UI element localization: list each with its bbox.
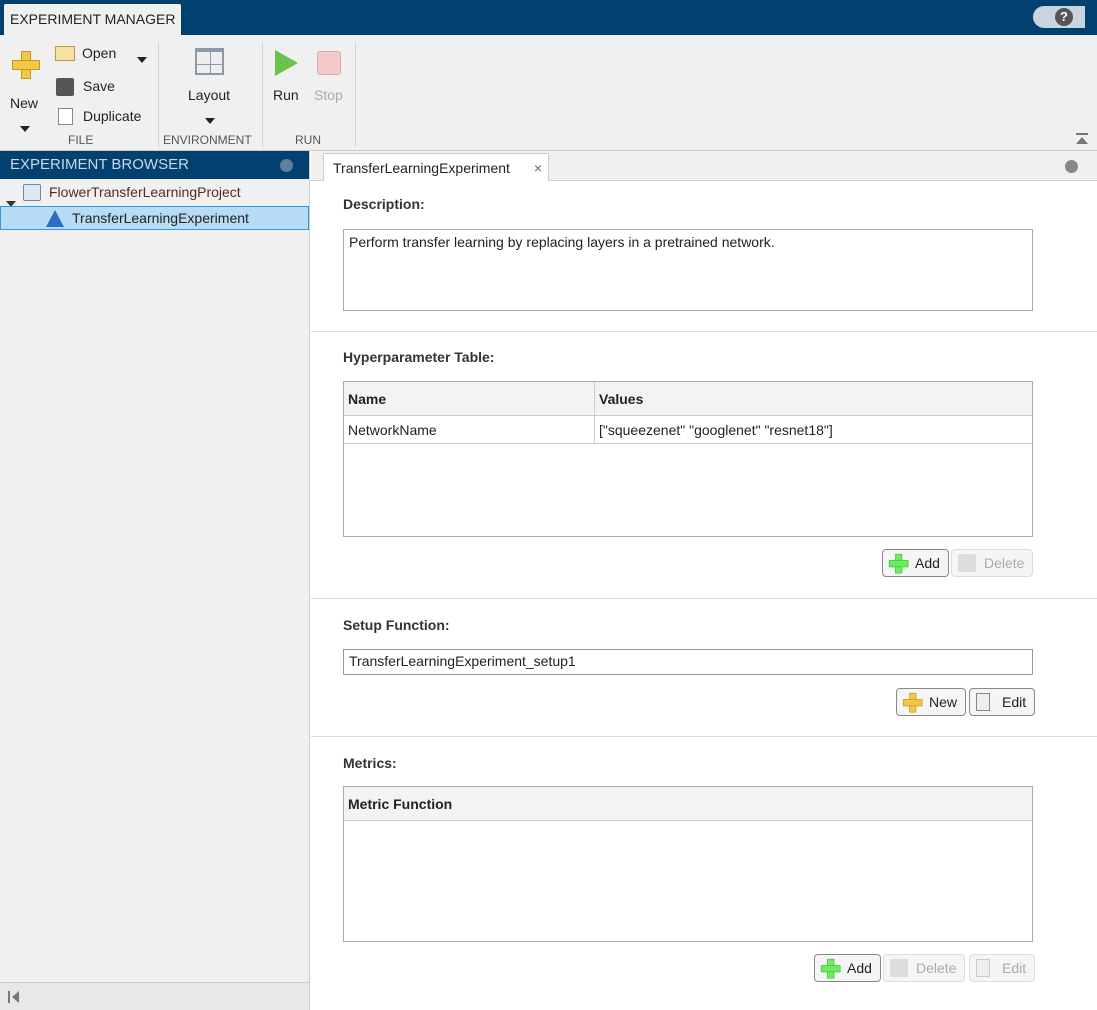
hyperparameter-label: Hyperparameter Table: bbox=[343, 349, 495, 365]
document-tabbar: TransferLearningExperiment × bbox=[311, 151, 1097, 181]
section-environment: ENVIRONMENT bbox=[163, 133, 252, 147]
plus-icon bbox=[888, 553, 909, 574]
document-menu-icon[interactable] bbox=[1065, 160, 1078, 173]
new-label: New bbox=[10, 95, 39, 111]
edit-label: Edit bbox=[1002, 960, 1027, 976]
chevron-down-icon bbox=[20, 119, 30, 135]
tab-experiment-manager[interactable]: EXPERIMENT MANAGER bbox=[4, 4, 182, 35]
tree-item-project[interactable]: FlowerTransferLearningProject bbox=[0, 180, 309, 207]
plus-icon bbox=[902, 692, 923, 713]
help-icon: ? bbox=[1055, 8, 1073, 26]
divider bbox=[311, 331, 1097, 332]
layout-label: Layout bbox=[188, 87, 231, 103]
new-label: New bbox=[929, 694, 958, 710]
hyperparameter-table: Name Values NetworkName ["squeezenet" "g… bbox=[343, 381, 1033, 537]
save-label: Save bbox=[83, 78, 115, 94]
stop-label: Stop bbox=[314, 87, 343, 103]
close-icon[interactable]: × bbox=[534, 154, 542, 182]
plus-icon bbox=[820, 958, 841, 979]
chevron-down-icon[interactable] bbox=[137, 50, 147, 66]
experiment-browser: EXPERIMENT BROWSER FlowerTransferLearnin… bbox=[0, 151, 310, 1010]
title-bar: EXPERIMENT MANAGER ? bbox=[0, 0, 1097, 35]
divider bbox=[311, 598, 1097, 599]
stop-button[interactable]: Stop bbox=[313, 47, 347, 109]
divider bbox=[262, 43, 263, 147]
duplicate-icon bbox=[58, 108, 73, 125]
edit-icon bbox=[976, 693, 990, 711]
section-file: FILE bbox=[68, 133, 94, 147]
open-label: Open bbox=[82, 45, 117, 61]
stop-icon bbox=[317, 51, 341, 75]
project-icon bbox=[23, 184, 41, 201]
duplicate-label: Duplicate bbox=[83, 108, 142, 124]
add-metric-button[interactable]: Add bbox=[814, 954, 881, 982]
add-hyperparameter-button[interactable]: Add bbox=[882, 549, 949, 577]
delete-label: Delete bbox=[984, 555, 1025, 571]
delete-label: Delete bbox=[916, 960, 957, 976]
setup-function-field[interactable]: TransferLearningExperiment_setup1 bbox=[343, 649, 1033, 675]
metrics-table: Metric Function bbox=[343, 786, 1033, 942]
setup-function-value: TransferLearningExperiment_setup1 bbox=[349, 653, 576, 669]
edit-setup-button[interactable]: Edit bbox=[969, 688, 1036, 716]
cell-values[interactable]: ["squeezenet" "googlenet" "resnet18"] bbox=[595, 416, 833, 444]
flask-icon bbox=[46, 210, 64, 227]
edit-metric-button[interactable]: Edit bbox=[969, 954, 1036, 982]
new-setup-button[interactable]: New bbox=[896, 688, 967, 716]
folder-icon bbox=[55, 46, 75, 61]
floppy-icon bbox=[56, 78, 74, 96]
section-run: RUN bbox=[295, 133, 321, 147]
browser-header: EXPERIMENT BROWSER bbox=[0, 151, 309, 179]
column-header-metric-function[interactable]: Metric Function bbox=[344, 787, 1032, 821]
column-header-name[interactable]: Name bbox=[344, 382, 595, 416]
help-button[interactable]: ? bbox=[1033, 6, 1085, 28]
run-button[interactable]: Run bbox=[270, 47, 304, 109]
experiment-label: TransferLearningExperiment bbox=[72, 210, 249, 226]
delete-metric-button[interactable]: Delete bbox=[883, 954, 966, 982]
collapse-toolstrip-icon[interactable] bbox=[1076, 133, 1088, 145]
open-button[interactable]: Open bbox=[55, 43, 150, 65]
tree-item-experiment[interactable]: TransferLearningExperiment bbox=[0, 206, 309, 230]
plus-icon bbox=[12, 51, 40, 79]
collapse-panel-icon[interactable] bbox=[8, 991, 20, 1003]
project-label: FlowerTransferLearningProject bbox=[49, 184, 241, 200]
layout-button[interactable]: Layout bbox=[180, 45, 240, 125]
table-row[interactable]: NetworkName ["squeezenet" "googlenet" "r… bbox=[344, 416, 1032, 444]
new-button[interactable]: New bbox=[6, 43, 44, 132]
tab-transfer-learning-experiment[interactable]: TransferLearningExperiment × bbox=[323, 153, 549, 181]
toolstrip: New Open Save Duplicate FILE Layout ENVI… bbox=[0, 35, 1097, 151]
trash-icon bbox=[890, 959, 908, 977]
setup-function-label: Setup Function: bbox=[343, 617, 450, 633]
tab-label: TransferLearningExperiment bbox=[333, 160, 510, 176]
description-text: Perform transfer learning by replacing l… bbox=[349, 234, 775, 250]
browser-title: EXPERIMENT BROWSER bbox=[10, 156, 189, 173]
add-label: Add bbox=[847, 960, 872, 976]
add-label: Add bbox=[915, 555, 940, 571]
divider bbox=[158, 43, 159, 147]
browser-footer bbox=[0, 982, 309, 1010]
duplicate-button[interactable]: Duplicate bbox=[55, 106, 150, 128]
metrics-label: Metrics: bbox=[343, 755, 397, 771]
edit-icon bbox=[976, 959, 990, 977]
trash-icon bbox=[958, 554, 976, 572]
cell-name[interactable]: NetworkName bbox=[344, 416, 595, 444]
save-button[interactable]: Save bbox=[55, 76, 125, 98]
run-label: Run bbox=[273, 87, 299, 103]
panel-menu-icon[interactable] bbox=[280, 159, 293, 172]
description-field[interactable]: Perform transfer learning by replacing l… bbox=[343, 229, 1033, 311]
layout-icon bbox=[195, 48, 224, 75]
edit-label: Edit bbox=[1002, 694, 1027, 710]
divider bbox=[355, 43, 356, 147]
play-icon bbox=[275, 50, 298, 76]
delete-hyperparameter-button[interactable]: Delete bbox=[951, 549, 1034, 577]
divider bbox=[311, 736, 1097, 737]
description-label: Description: bbox=[343, 196, 425, 212]
column-header-values[interactable]: Values bbox=[595, 382, 1032, 416]
chevron-down-icon bbox=[205, 111, 215, 127]
